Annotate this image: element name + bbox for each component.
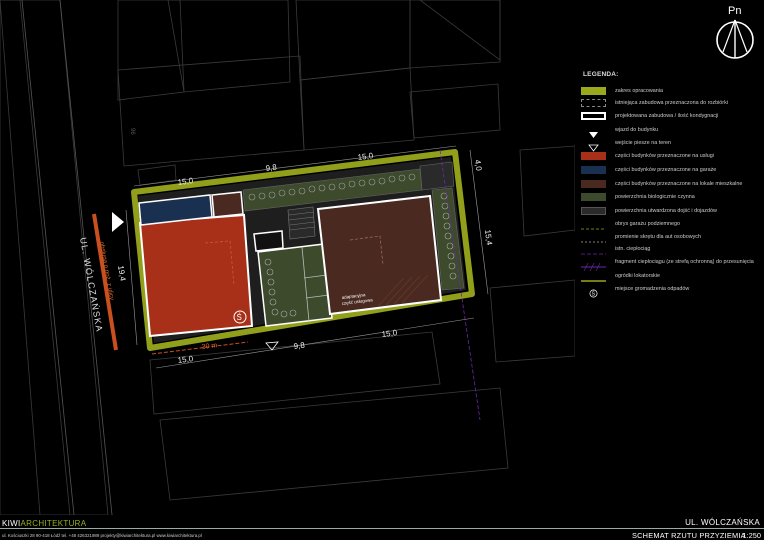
legend-item: części budynków przeznaczone na usługi [581,151,714,160]
entrance-block [253,230,284,252]
legend-item: części budynków przeznaczone na garaże [581,165,716,174]
white-outline-swatch [581,111,606,120]
dim-right-top: 4,0 [473,159,483,172]
site-plan: 96 UL. WÓLCZAŃSKA obsługa p.poż. z ulicy… [0,0,575,515]
drawing-sheet: 96 UL. WÓLCZAŃSKA obsługa p.poż. z ulicy… [0,0,764,540]
dim-bottom-2: 9,8 [293,341,306,351]
legend-item: istniejąca zabudowa przeznaczona do rozb… [581,98,728,107]
legend-item: ogródki lokatorskie [581,271,660,282]
paved-swatch [581,206,606,215]
service-building [138,213,254,338]
legend-item: powierzchnia utwardzona dojść i dojazdów [581,206,717,215]
red-swatch [581,151,606,160]
brand-logo: KIWIARCHITEKTURA [2,519,87,528]
legend-item: części budynków przeznaczone na lokale m… [581,179,742,188]
sheet-title: SCHEMAT RZUTU PRZYZIEMIA [632,531,746,540]
green-swatch [581,192,606,201]
contact-line: ul. Kościuszki 28 90-418 Łódź tel. +48 4… [2,533,202,538]
garage-small-block [211,191,244,218]
hatched-purple-swatch [581,262,606,271]
dim-bottom-1: 15,0 [177,354,194,365]
parcel-number: 96 [129,128,135,135]
legend-item: powierzchnia biologicznie czynna [581,192,695,201]
fire-distance-label: 30 m [201,342,217,351]
dashed-outline-swatch [581,98,606,107]
legend-item: zakres opracowania [581,86,663,95]
legend-item: Ś miejsce gromadzenia odpadów [581,284,689,297]
dim-bottom-3: 15,0 [381,328,398,339]
waste-symbol: Ś [237,313,242,322]
legend-item: obrys garażu podziemnego [581,219,680,229]
residential-building [316,194,443,316]
dim-right: 15,4 [483,229,494,246]
legend-item: projektowana zabudowa / ilość kondygnacj… [581,111,718,120]
legend-item: wjazd do budynku [581,125,658,138]
paved-corner [419,161,455,191]
staircase [287,206,316,240]
project-street: UL. WÓLCZAŃSKA [685,518,760,527]
waste-symbol-icon: Ś [589,289,598,297]
central-courtyard [257,243,333,327]
blue-swatch [581,165,606,174]
sheet-scale: 1:250 [742,531,762,540]
legend-item: istn. ciepłociąg [581,244,650,254]
dim-top-2: 9,8 [265,163,278,173]
dim-left: 19,4 [116,265,128,282]
title-block-divider [0,528,764,529]
right-dimension-line [469,149,489,295]
legend-item: fragment ciepłociągu (ze strefą ochronną… [581,257,754,271]
legend-panel: LEGENDA: zakres opracowania istniejąca z… [575,0,764,515]
olive-fill-swatch [581,86,606,95]
legend-title: LEGENDA: [583,71,619,78]
legend-item: wejście piesze na teren [581,138,671,152]
brown-swatch [581,179,606,188]
legend-item: promienie skrętu dla aut osobowych [581,232,701,242]
vehicle-entry-icon [112,212,124,232]
